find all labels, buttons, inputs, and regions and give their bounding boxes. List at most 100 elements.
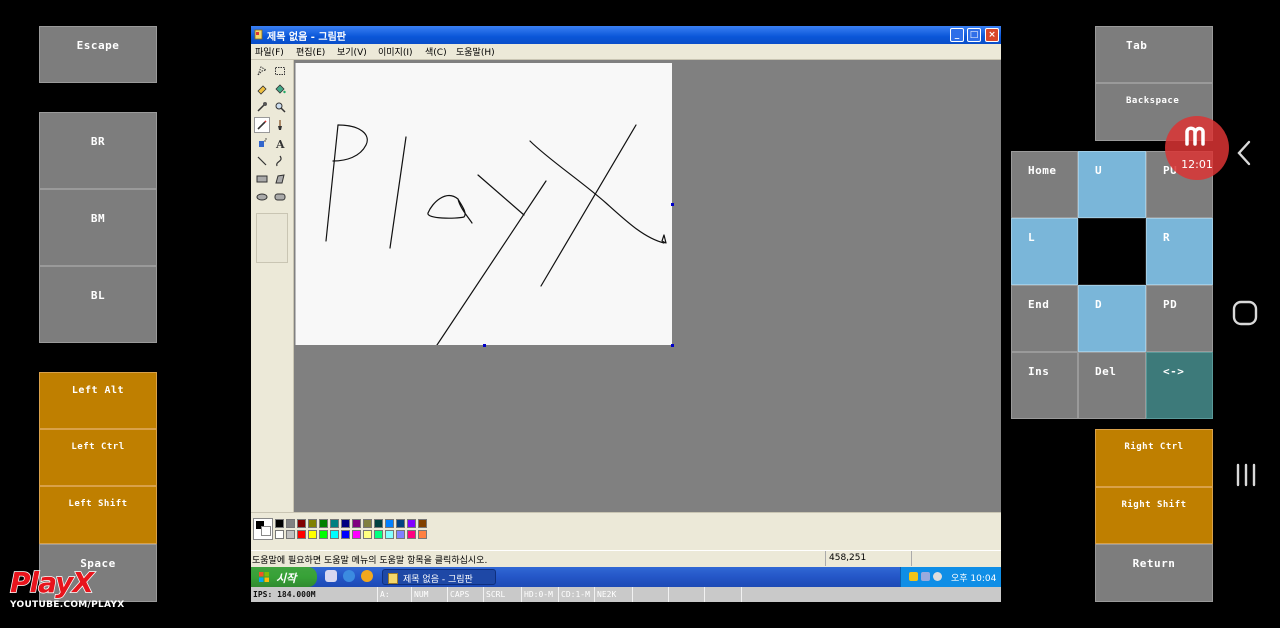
floating-app-m-icon bbox=[1185, 126, 1205, 146]
paint-title-bar[interactable]: 제목 없음 - 그림판 _ □ × bbox=[251, 26, 1001, 44]
show-desktop-icon[interactable] bbox=[325, 570, 337, 582]
palette-swatch[interactable] bbox=[374, 519, 383, 528]
close-button[interactable]: × bbox=[985, 28, 999, 42]
palette-swatch[interactable] bbox=[407, 530, 416, 539]
palette-swatch[interactable] bbox=[418, 519, 427, 528]
palette-swatch[interactable] bbox=[352, 519, 361, 528]
delete-key[interactable]: Del bbox=[1078, 352, 1146, 419]
palette-swatch[interactable] bbox=[330, 519, 339, 528]
magnifier-tool-icon[interactable] bbox=[272, 99, 288, 115]
security-shield-icon[interactable] bbox=[909, 572, 918, 581]
palette-swatch[interactable] bbox=[396, 519, 405, 528]
arrow-left-key[interactable]: L bbox=[1011, 218, 1078, 285]
volume-icon[interactable] bbox=[933, 572, 942, 581]
palette-swatch[interactable] bbox=[275, 519, 284, 528]
brush-tool-icon[interactable] bbox=[272, 117, 288, 133]
bl-key[interactable]: BL bbox=[39, 266, 157, 343]
palette-swatch[interactable] bbox=[341, 519, 350, 528]
maximize-button[interactable]: □ bbox=[967, 28, 981, 42]
arrow-right-key[interactable]: R bbox=[1146, 218, 1213, 285]
tool-options-box[interactable] bbox=[256, 213, 288, 263]
ellipse-tool-icon[interactable] bbox=[254, 189, 270, 205]
pencil-tool-icon[interactable] bbox=[254, 117, 270, 133]
android-recents-icon[interactable] bbox=[1234, 463, 1258, 487]
arrow-up-key[interactable]: U bbox=[1078, 151, 1146, 218]
tab-key[interactable]: Tab bbox=[1095, 26, 1213, 83]
left-shift-key[interactable]: Left Shift bbox=[39, 486, 157, 544]
palette-swatch[interactable] bbox=[396, 530, 405, 539]
end-key[interactable]: End bbox=[1011, 285, 1078, 352]
palette-swatch[interactable] bbox=[363, 519, 372, 528]
canvas-work-area bbox=[294, 60, 1001, 512]
color-picker-tool-icon[interactable] bbox=[254, 99, 270, 115]
palette-swatch[interactable] bbox=[352, 530, 361, 539]
escape-key[interactable]: Escape bbox=[39, 26, 157, 83]
palette-swatch[interactable] bbox=[341, 530, 350, 539]
media-player-icon[interactable] bbox=[361, 570, 373, 582]
palette-swatch[interactable] bbox=[363, 530, 372, 539]
palette-swatch[interactable] bbox=[319, 519, 328, 528]
taskbar-paint-button[interactable]: 제목 없음 - 그림판 bbox=[382, 569, 496, 585]
left-alt-key[interactable]: Left Alt bbox=[39, 372, 157, 429]
network-icon[interactable] bbox=[921, 572, 930, 581]
palette-swatch[interactable] bbox=[418, 530, 427, 539]
rect-select-tool-icon[interactable] bbox=[272, 63, 288, 79]
emulator-screen[interactable]: 제목 없음 - 그림판 _ □ × 파일(F) 편집(E) 보기(V) 이미지(… bbox=[251, 26, 1001, 602]
palette-swatch[interactable] bbox=[286, 519, 295, 528]
ips-readout: IPS: 184.000M bbox=[251, 587, 378, 602]
free-select-tool-icon[interactable] bbox=[254, 63, 270, 79]
menu-image[interactable]: 이미지(I) bbox=[378, 45, 413, 58]
left-ctrl-key[interactable]: Left Ctrl bbox=[39, 429, 157, 486]
android-back-icon[interactable] bbox=[1236, 140, 1254, 166]
return-key[interactable]: Return bbox=[1095, 544, 1213, 602]
br-key[interactable]: BR bbox=[39, 112, 157, 189]
right-shift-key[interactable]: Right Shift bbox=[1095, 487, 1213, 544]
system-tray: 오후 10:04 bbox=[900, 567, 1001, 587]
airbrush-tool-icon[interactable] bbox=[254, 135, 270, 151]
fill-tool-icon[interactable] bbox=[272, 81, 288, 97]
palette-swatch[interactable] bbox=[385, 519, 394, 528]
resize-handle-right[interactable] bbox=[671, 203, 674, 206]
floating-clock-bubble[interactable]: 12:01 bbox=[1165, 116, 1229, 180]
palette-swatch[interactable] bbox=[330, 530, 339, 539]
curve-tool-icon[interactable] bbox=[272, 153, 288, 169]
palette-swatch[interactable] bbox=[275, 530, 284, 539]
scroll-lock-status: SCRL bbox=[484, 587, 522, 602]
resize-handle-bottom[interactable] bbox=[483, 344, 486, 347]
menu-help[interactable]: 도움말(H) bbox=[456, 45, 495, 58]
rounded-rect-tool-icon[interactable] bbox=[272, 189, 288, 205]
rectangle-tool-icon[interactable] bbox=[254, 171, 270, 187]
palette-swatch[interactable] bbox=[308, 530, 317, 539]
menu-view[interactable]: 보기(V) bbox=[337, 45, 367, 58]
resize-handle-corner[interactable] bbox=[671, 344, 674, 347]
internet-explorer-icon[interactable] bbox=[343, 570, 355, 582]
palette-swatch[interactable] bbox=[319, 530, 328, 539]
start-button[interactable]: 시작 bbox=[251, 567, 317, 587]
drawing-canvas[interactable] bbox=[295, 63, 674, 347]
logo-subtitle: YOUTUBE.COM/PLAYX bbox=[10, 600, 125, 610]
palette-swatch[interactable] bbox=[385, 530, 394, 539]
arrow-down-key[interactable]: D bbox=[1078, 285, 1146, 352]
palette-swatch[interactable] bbox=[374, 530, 383, 539]
palette-swatch[interactable] bbox=[407, 519, 416, 528]
text-tool-icon[interactable]: A bbox=[272, 135, 288, 151]
eraser-tool-icon[interactable] bbox=[254, 81, 270, 97]
bm-key[interactable]: BM bbox=[39, 189, 157, 266]
palette-swatch[interactable] bbox=[286, 530, 295, 539]
menu-edit[interactable]: 편집(E) bbox=[296, 45, 325, 58]
toggle-keypad-key[interactable]: <-> bbox=[1146, 352, 1213, 419]
polygon-tool-icon[interactable] bbox=[272, 171, 288, 187]
right-ctrl-key[interactable]: Right Ctrl bbox=[1095, 429, 1213, 487]
minimize-button[interactable]: _ bbox=[950, 28, 964, 42]
menu-file[interactable]: 파일(F) bbox=[255, 45, 284, 58]
home-key[interactable]: Home bbox=[1011, 151, 1078, 218]
page-down-key[interactable]: PD bbox=[1146, 285, 1213, 352]
insert-key[interactable]: Ins bbox=[1011, 352, 1078, 419]
line-tool-icon[interactable] bbox=[254, 153, 270, 169]
android-home-icon[interactable] bbox=[1232, 300, 1258, 326]
palette-swatch[interactable] bbox=[297, 530, 306, 539]
palette-swatch[interactable] bbox=[308, 519, 317, 528]
status-cell-blank-3 bbox=[705, 587, 742, 602]
palette-swatch[interactable] bbox=[297, 519, 306, 528]
menu-colors[interactable]: 색(C) bbox=[425, 45, 447, 58]
